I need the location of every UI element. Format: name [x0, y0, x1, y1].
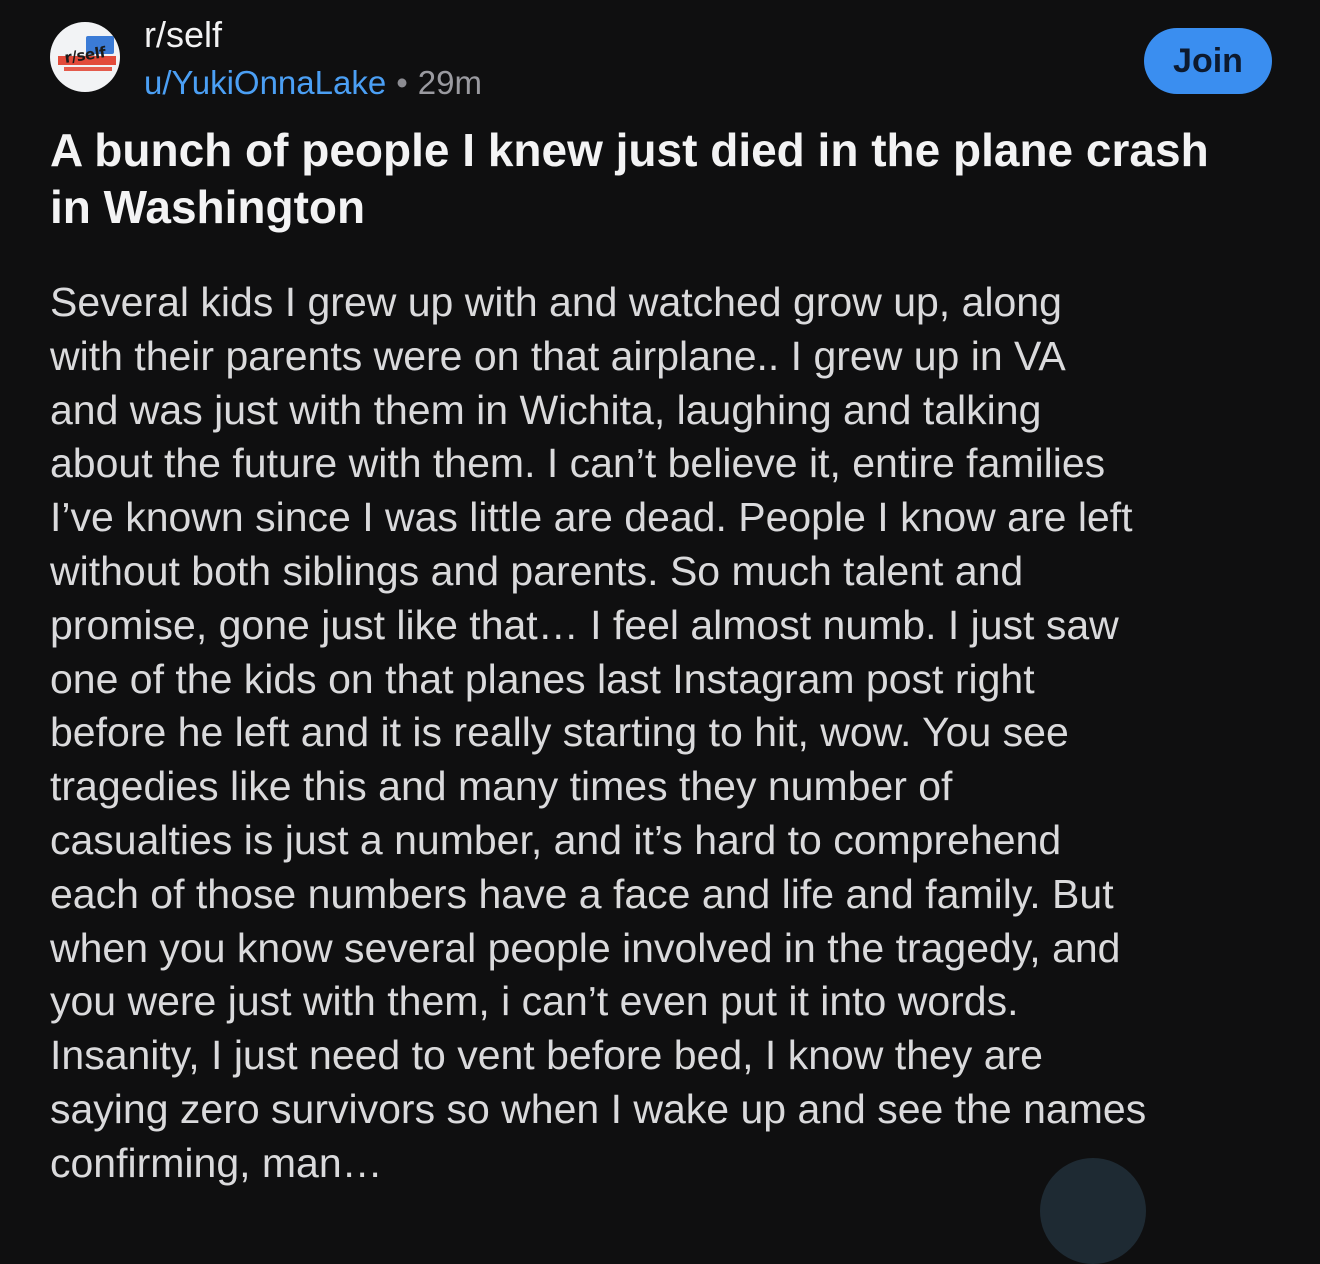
floating-action-button[interactable]: [1040, 1158, 1146, 1264]
post-body: Several kids I grew up with and watched …: [50, 276, 1290, 1191]
post-body-line: Several kids I grew up with and watched …: [50, 279, 1062, 325]
post-body-line: each of those numbers have a face and li…: [50, 870, 1114, 917]
post-meta: u/YukiOnnaLake • 29m: [144, 62, 482, 104]
post-title[interactable]: A bunch of people I knew just died in th…: [50, 122, 1250, 236]
post-body-line: with their parents were on that airplane…: [50, 332, 1066, 379]
join-button[interactable]: Join: [1144, 28, 1272, 94]
post-body-line: about the future with them. I can’t beli…: [50, 440, 1106, 487]
post-body-line: when you know several people involved in…: [50, 924, 1121, 971]
post-body-line: promise, gone just like that… I feel alm…: [50, 601, 1119, 648]
author-username[interactable]: u/YukiOnnaLake: [144, 64, 386, 101]
post-body-line: I’ve known since I was little are dead. …: [50, 494, 1133, 541]
community-avatar[interactable]: r/self: [50, 22, 120, 92]
post-body-line: before he left and it is really starting…: [50, 709, 1069, 756]
post-body-line: casualties is just a number, and it’s ha…: [50, 816, 1062, 863]
avatar-red-band-lower: [64, 67, 112, 71]
post-body-line: you were just with them, i can’t even pu…: [50, 978, 1019, 1025]
post-card: r/self r/self u/YukiOnnaLake • 29m Join A …: [0, 0, 1320, 1264]
post-body-line: Insanity, I just need to vent before bed…: [50, 1032, 1043, 1079]
meta-separator: •: [396, 64, 408, 101]
post-body-line: without both siblings and parents. So mu…: [50, 547, 1024, 594]
post-body-line: one of the kids on that planes last Inst…: [50, 655, 1035, 702]
post-time: 29m: [417, 64, 482, 101]
post-body-line: and was just with them in Wichita, laugh…: [50, 386, 1042, 433]
post-body-line: tragedies like this and many times they …: [50, 763, 953, 810]
subreddit-name[interactable]: r/self: [144, 14, 222, 56]
post-body-line: saying zero survivors so when I wake up …: [50, 1085, 1147, 1132]
